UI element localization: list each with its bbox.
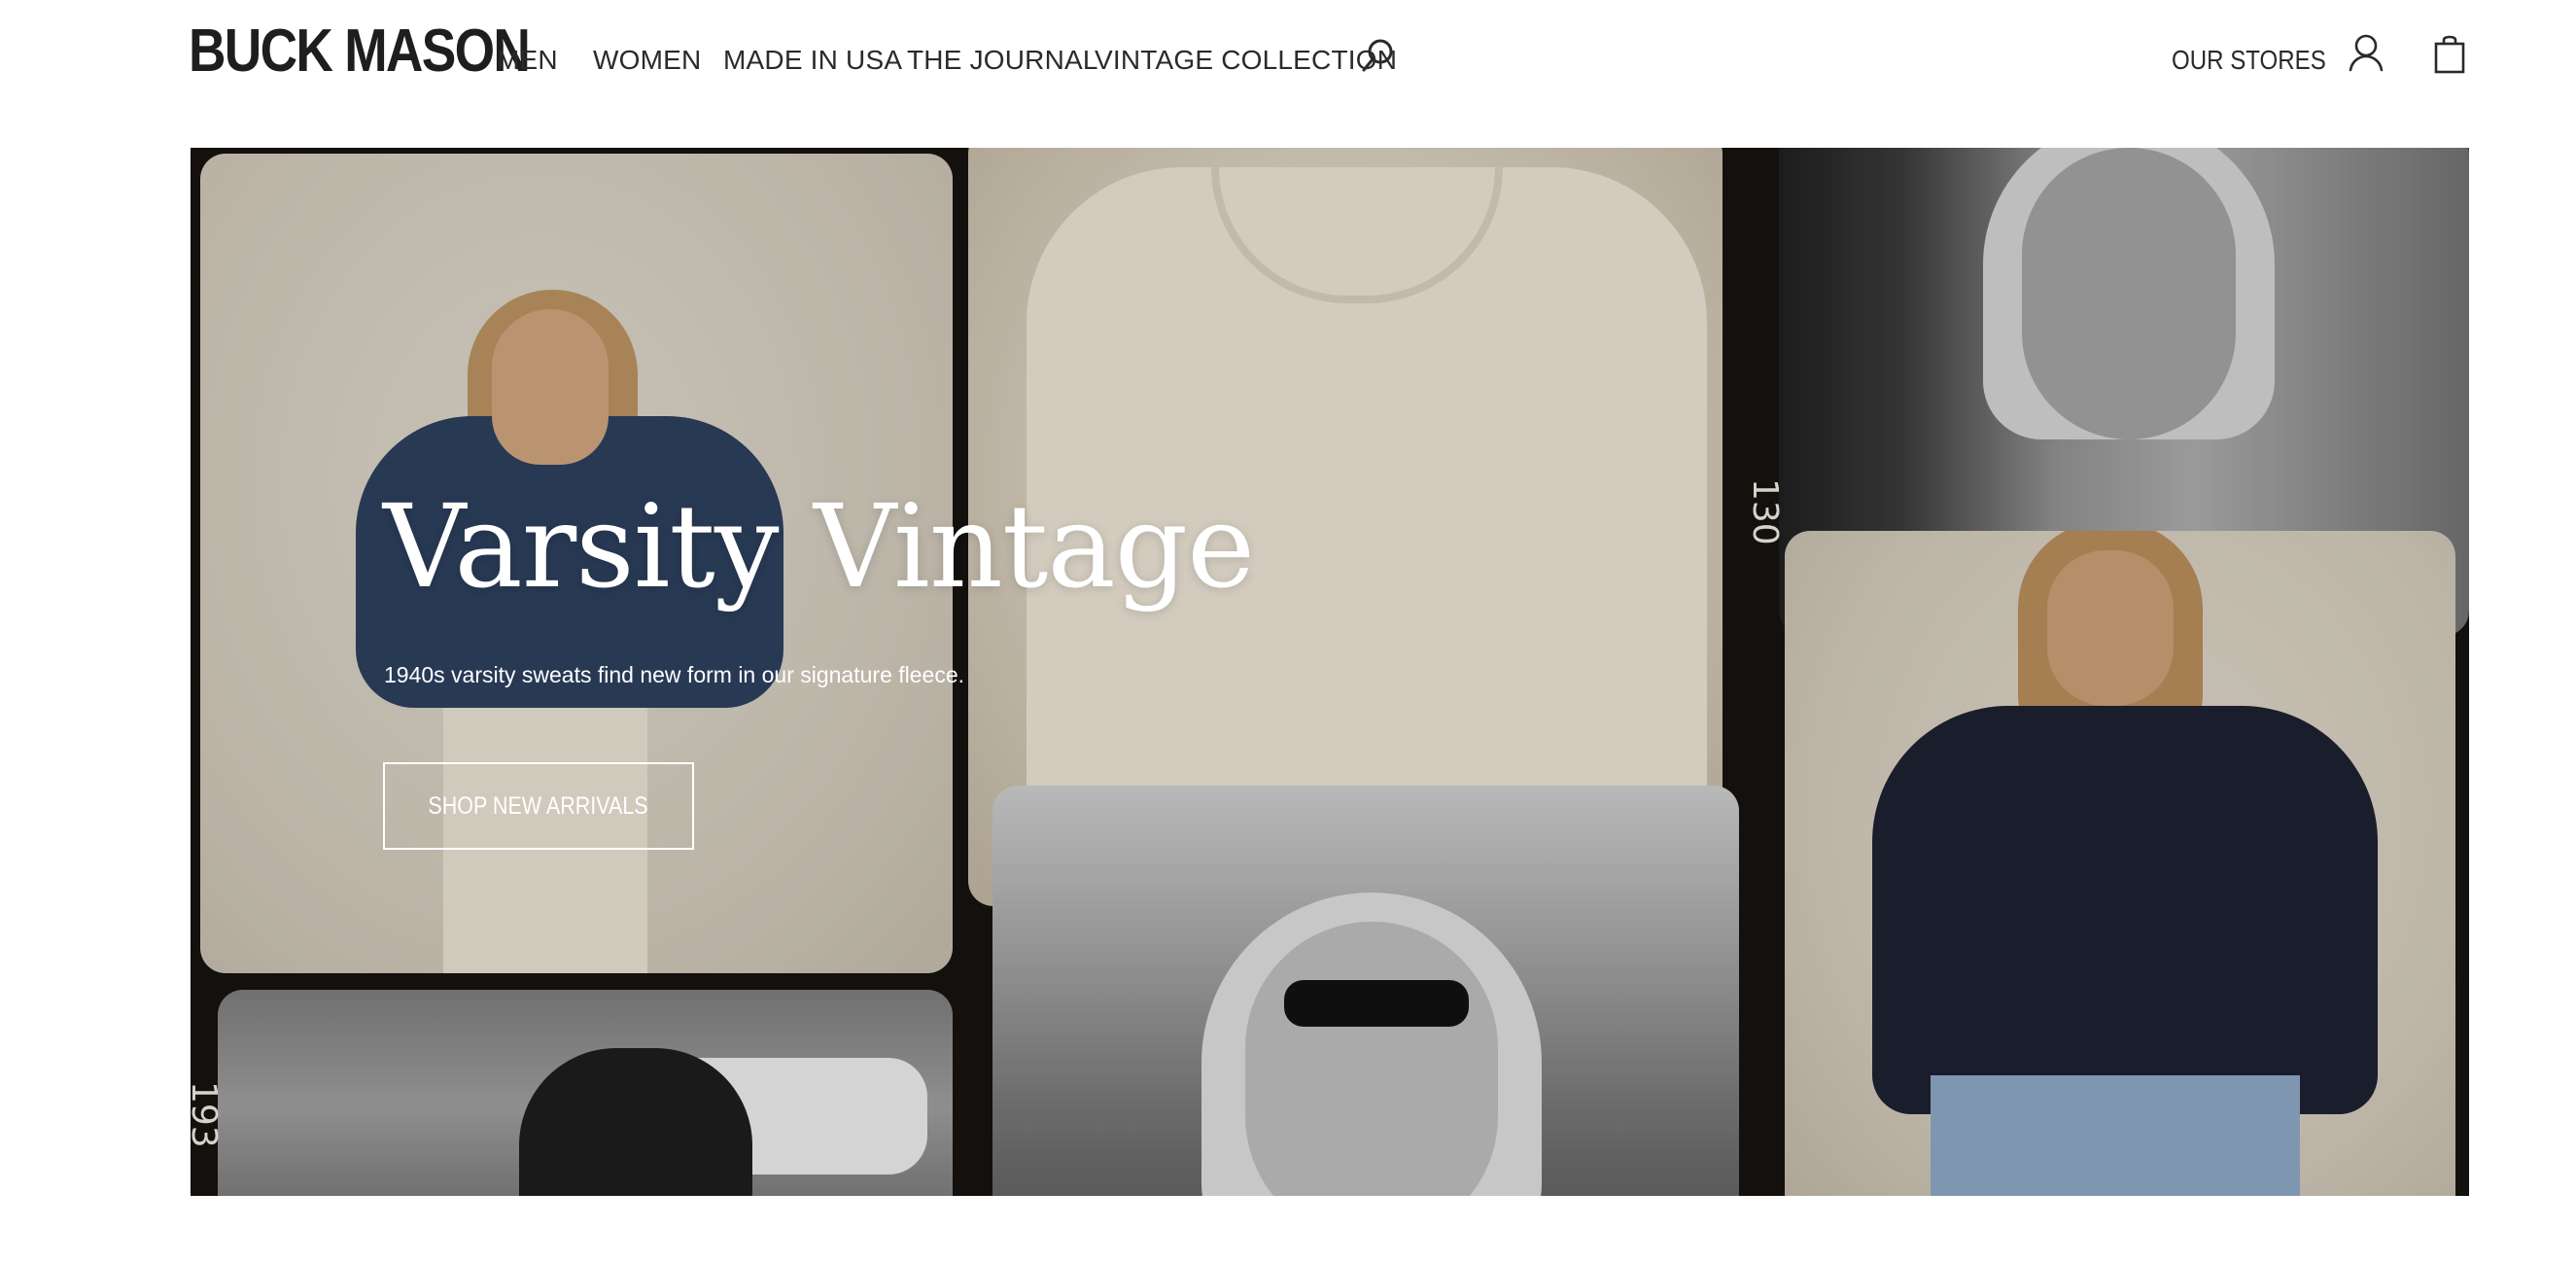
hero-subtitle: 1940s varsity sweats find new form in ou… [384, 662, 965, 687]
photo-figure [1245, 922, 1498, 1196]
nav-item-label: VINTAGE COLLECTION [1095, 45, 1398, 75]
photo-figure [2047, 550, 2174, 706]
photo-figure [519, 1048, 752, 1196]
photo-figure [1931, 1075, 2300, 1196]
nav-item-made-in-usa[interactable]: MADE IN USA [723, 41, 902, 80]
search-icon[interactable] [1361, 37, 1396, 76]
photo-figure [1284, 980, 1469, 1027]
nav-item-men[interactable]: MEN [497, 41, 558, 80]
photo-figure [1872, 706, 2378, 1114]
photo-figure [492, 309, 609, 465]
account-icon[interactable] [2348, 33, 2385, 74]
shopping-bag-icon[interactable] [2434, 33, 2465, 74]
nav-item-the-journal[interactable]: THE JOURNAL [907, 41, 1098, 80]
hero-title: Varsity Vintage [383, 479, 1255, 613]
site-header: BUCK MASON MEN WOMEN MADE IN USA THE JOU… [0, 0, 2576, 148]
nav-item-label: MEN [497, 45, 558, 75]
film-frame-number: 193 [191, 1081, 224, 1148]
photo-figure [2022, 148, 2236, 439]
cta-label: SHOP NEW ARRIVALS [428, 791, 649, 820]
nav-item-label: MADE IN USA [723, 45, 903, 75]
nav-item-label: WOMEN [593, 45, 702, 75]
hero-photo-navy-sweatshirt [1785, 531, 2455, 1196]
brand-logo[interactable]: BUCK MASON [189, 18, 531, 86]
shop-new-arrivals-button[interactable]: SHOP NEW ARRIVALS [383, 762, 694, 850]
hero-photo-bedroom [218, 990, 953, 1196]
nav-item-women[interactable]: WOMEN [593, 41, 701, 80]
hero-banner: 130 193 Varsity Vintage 1940s varsity sw… [191, 148, 2469, 1196]
our-stores-link[interactable]: OUR STORES [2172, 41, 2326, 80]
nav-item-label: THE JOURNAL [907, 45, 1098, 75]
nav-item-vintage-collection[interactable]: VINTAGE COLLECTION [1095, 41, 1397, 80]
film-frame-number: 130 [1745, 478, 1785, 545]
hero-photo-sunglasses [992, 786, 1739, 1196]
